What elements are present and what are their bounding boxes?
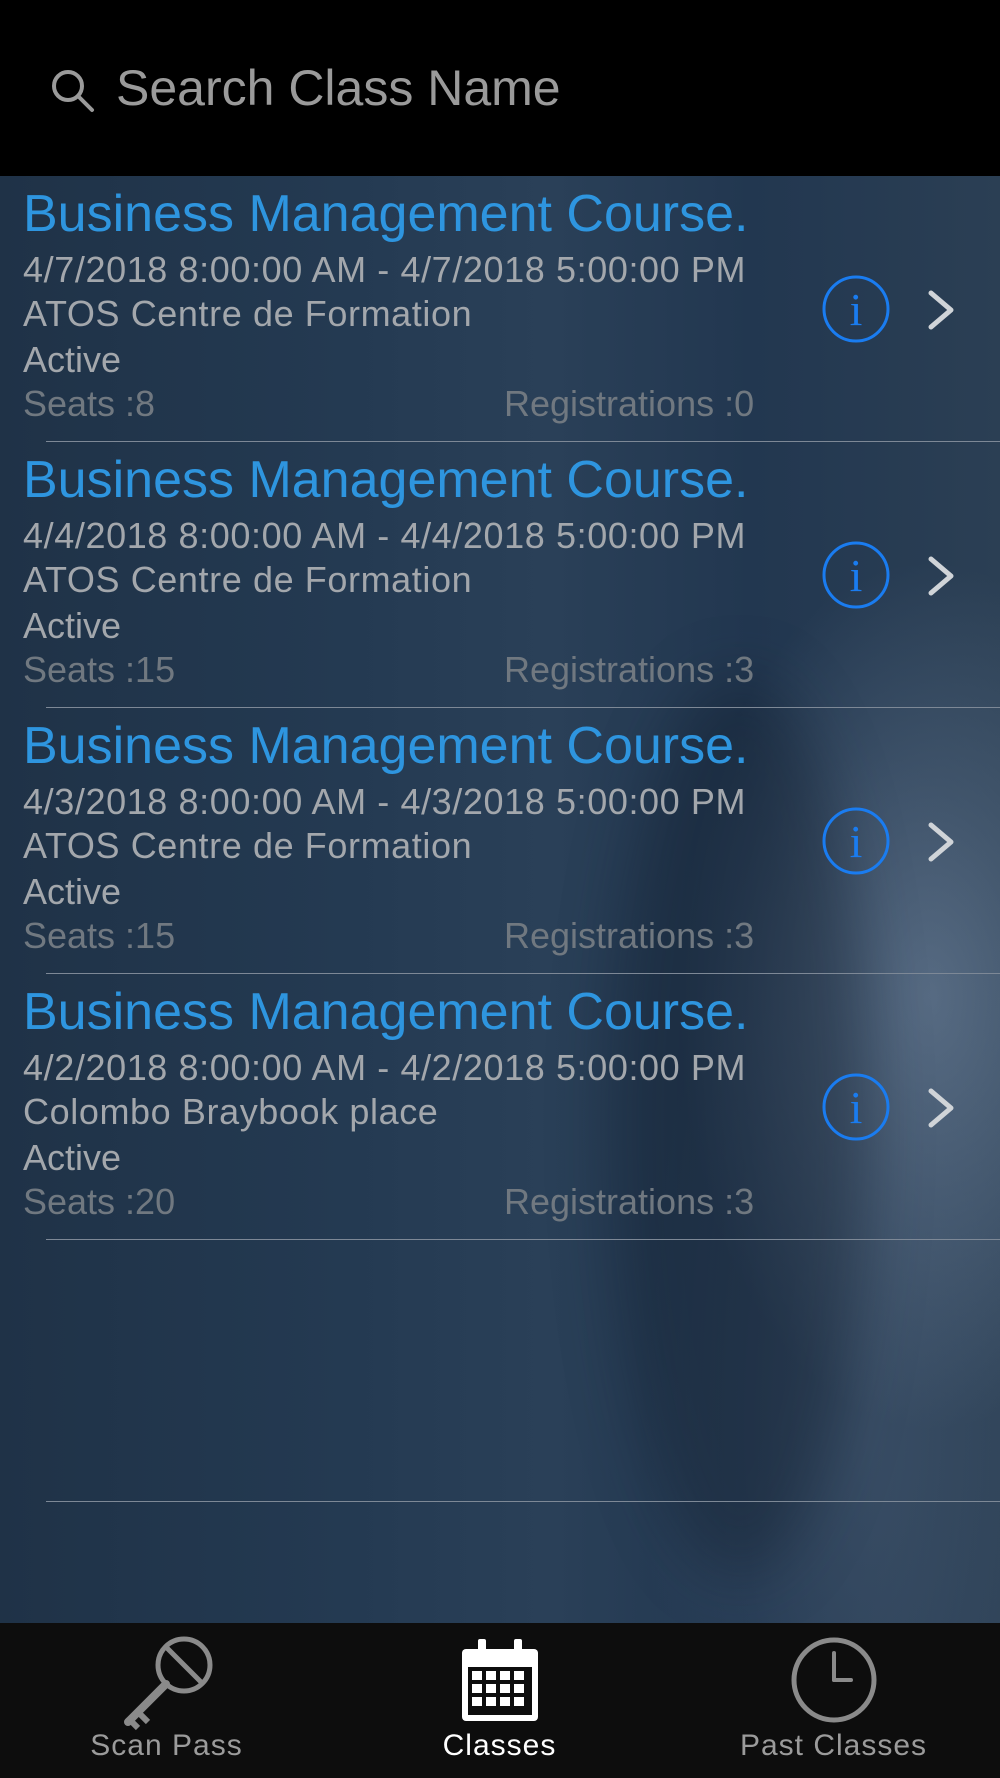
key-icon [123, 1636, 212, 1731]
search-icon [52, 70, 94, 112]
tab-classes[interactable]: Classes [333, 1623, 666, 1778]
class-status: Active [23, 339, 122, 380]
class-location: ATOS Centre de Formation [23, 559, 473, 600]
class-list-area: Business Management Course. 4/7/2018 8:0… [0, 176, 1000, 1623]
class-dates: 4/7/2018 8:00:00 AM - 4/7/2018 5:00:00 P… [23, 249, 747, 290]
tab-label: Past Classes [739, 1729, 928, 1762]
class-seats: Seats :15 [23, 649, 176, 690]
calendar-icon [461, 1639, 538, 1721]
svg-text:i: i [850, 284, 863, 335]
chevron-right-icon[interactable] [925, 821, 957, 863]
class-registrations: Registrations :3 [504, 1181, 755, 1222]
class-location: ATOS Centre de Formation [23, 293, 473, 334]
search-input[interactable] [116, 52, 956, 124]
chevron-right-icon[interactable] [925, 1087, 957, 1129]
class-title: Business Management Course. [23, 717, 749, 775]
tab-label: Classes [442, 1729, 557, 1762]
class-status: Active [23, 871, 122, 912]
chevron-right-icon[interactable] [925, 555, 957, 597]
app-screen: Business Management Course. 4/7/2018 8:0… [0, 0, 1000, 1778]
class-seats: Seats :15 [23, 915, 176, 956]
class-title: Business Management Course. [23, 983, 749, 1041]
clock-icon [791, 1637, 876, 1723]
tab-bar: Scan Pass Classes Past Classes [0, 1623, 1000, 1778]
info-icon[interactable]: i [821, 540, 891, 610]
class-registrations: Registrations :0 [504, 383, 755, 424]
info-icon[interactable]: i [821, 274, 891, 344]
class-row[interactable]: Business Management Course. 4/4/2018 8:0… [0, 442, 1000, 708]
class-dates: 4/2/2018 8:00:00 AM - 4/2/2018 5:00:00 P… [23, 1047, 747, 1088]
empty-row-divider [46, 1501, 1000, 1502]
info-icon[interactable]: i [821, 1072, 891, 1142]
svg-text:i: i [850, 550, 863, 601]
row-divider [46, 1239, 1000, 1240]
class-registrations: Registrations :3 [504, 915, 755, 956]
class-dates: 4/3/2018 8:00:00 AM - 4/3/2018 5:00:00 P… [23, 781, 747, 822]
class-row[interactable]: Business Management Course. 4/2/2018 8:0… [0, 974, 1000, 1240]
info-icon[interactable]: i [821, 806, 891, 876]
class-status: Active [23, 1137, 122, 1178]
class-row[interactable]: Business Management Course. 4/3/2018 8:0… [0, 708, 1000, 974]
chevron-right-icon[interactable] [925, 289, 957, 331]
svg-text:i: i [850, 1082, 863, 1133]
class-seats: Seats :8 [23, 383, 156, 424]
search-bar [0, 0, 1000, 176]
class-registrations: Registrations :3 [504, 649, 755, 690]
class-dates: 4/4/2018 8:00:00 AM - 4/4/2018 5:00:00 P… [23, 515, 747, 556]
tab-past-classes[interactable]: Past Classes [667, 1623, 1000, 1778]
tab-scan-pass[interactable]: Scan Pass [0, 1623, 333, 1778]
tab-label: Scan Pass [90, 1729, 243, 1762]
svg-text:i: i [850, 816, 863, 867]
class-row[interactable]: Business Management Course. 4/7/2018 8:0… [0, 176, 1000, 442]
class-title: Business Management Course. [23, 185, 749, 243]
class-title: Business Management Course. [23, 451, 749, 509]
class-seats: Seats :20 [23, 1181, 176, 1222]
class-location: Colombo Braybook place [23, 1091, 439, 1132]
class-location: ATOS Centre de Formation [23, 825, 473, 866]
class-status: Active [23, 605, 122, 646]
